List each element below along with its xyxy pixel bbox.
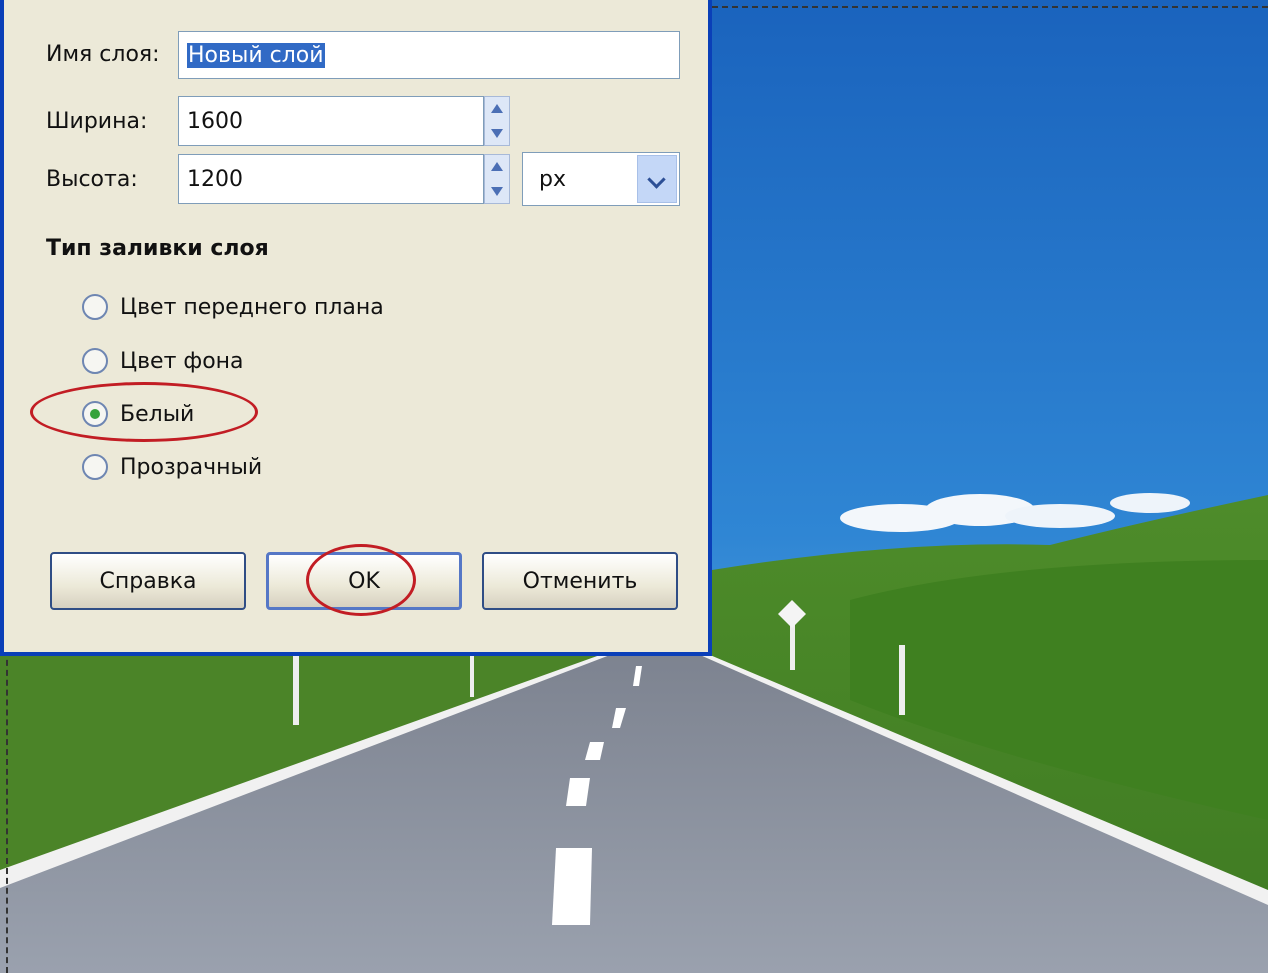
height-value: 1200 [187,166,243,192]
width-value: 1600 [187,108,243,134]
radio-foreground-color[interactable]: Цвет переднего плана [82,294,384,320]
radio-label: Цвет фона [120,348,244,374]
height-spinner[interactable] [484,154,510,204]
layer-name-label: Имя слоя: [46,42,160,67]
radio-label: Прозрачный [120,454,263,480]
radio-icon [82,294,108,320]
annotation-circle-ok [306,544,416,616]
canvas-border-top [712,6,1268,8]
help-button[interactable]: Справка [50,552,246,610]
radio-icon [82,348,108,374]
new-layer-dialog: Имя слоя: Новый слой Ширина: 1600 Высота… [0,0,712,656]
height-input[interactable]: 1200 [178,154,484,204]
width-input[interactable]: 1600 [178,96,484,146]
annotation-circle-white [30,382,258,442]
spin-up-icon[interactable] [491,162,503,171]
width-label: Ширина: [46,109,148,134]
chevron-down-icon[interactable] [637,155,677,203]
layer-name-input[interactable]: Новый слой [178,31,680,79]
spin-down-icon[interactable] [491,129,503,138]
layer-name-value: Новый слой [187,42,325,68]
radio-label: Цвет переднего плана [120,294,384,320]
width-spinner[interactable] [484,96,510,146]
fill-type-heading: Тип заливки слоя [46,236,269,261]
radio-icon [82,454,108,480]
cancel-button[interactable]: Отменить [482,552,678,610]
unit-select[interactable]: px [522,152,680,206]
spin-down-icon[interactable] [491,187,503,196]
height-label: Высота: [46,167,138,192]
radio-background-color[interactable]: Цвет фона [82,348,244,374]
spin-up-icon[interactable] [491,104,503,113]
unit-value: px [539,167,566,192]
radio-transparent[interactable]: Прозрачный [82,454,262,480]
canvas-border-left [6,650,8,973]
